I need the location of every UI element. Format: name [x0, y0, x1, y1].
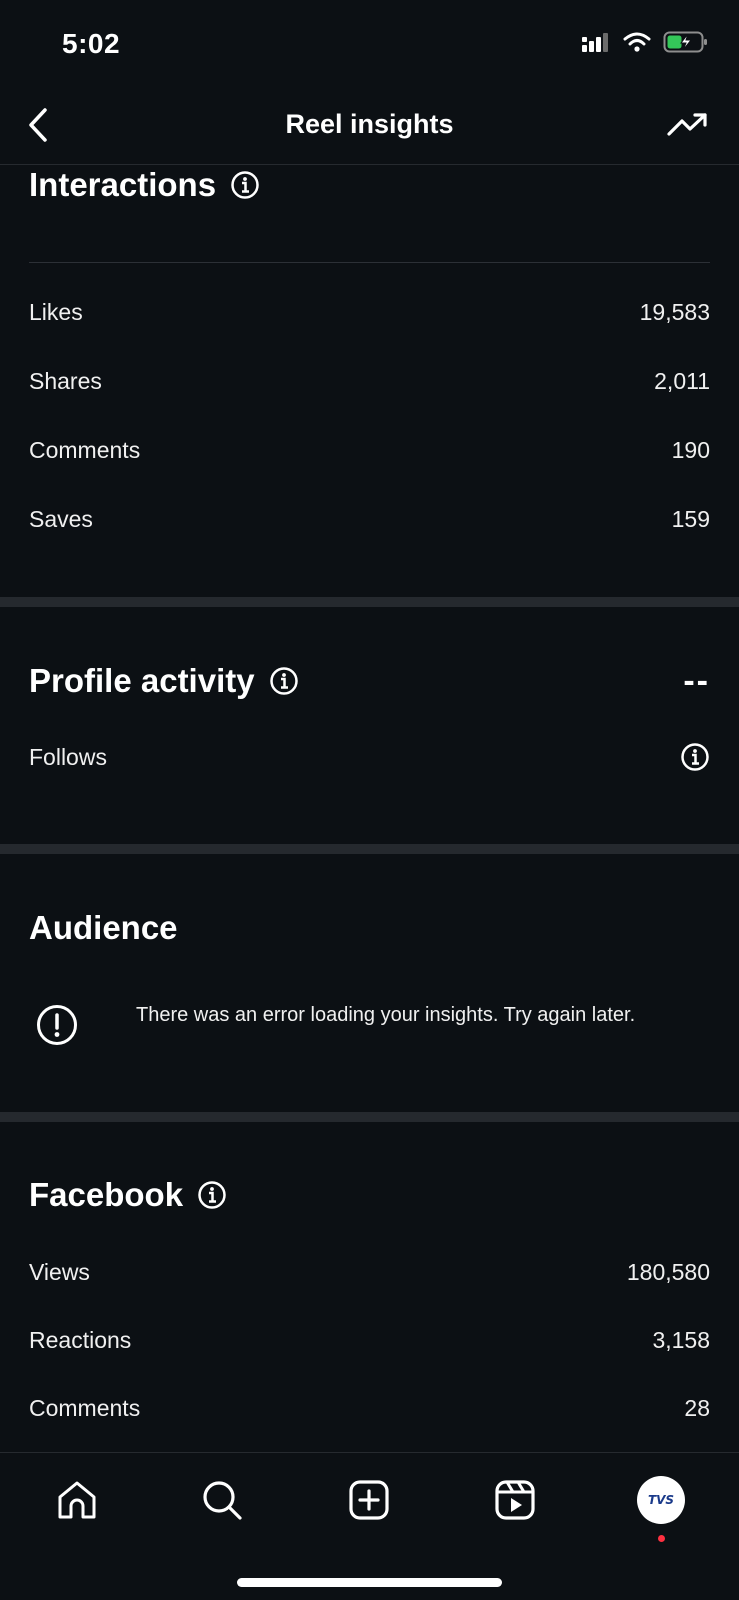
section-separator	[0, 597, 739, 607]
trend-button[interactable]	[665, 105, 711, 145]
divider	[29, 262, 710, 263]
info-icon[interactable]	[680, 742, 710, 772]
facebook-header: Facebook	[29, 1176, 227, 1214]
tab-home[interactable]	[52, 1475, 102, 1525]
error-message: There was an error loading your insights…	[136, 1004, 636, 1026]
header: Reel insights	[0, 95, 739, 165]
stat-label: Saves	[29, 505, 93, 532]
stat-row-follows: Follows	[29, 737, 710, 777]
profile-activity-title: Profile activity	[29, 662, 255, 699]
trending-up-icon	[667, 113, 707, 136]
stat-row-saves: Saves 159	[29, 499, 710, 539]
audience-header: Audience	[29, 909, 178, 947]
audience-error: There was an error loading your insights…	[36, 1002, 679, 1046]
stat-value: 28	[684, 1394, 710, 1421]
profile-activity-value: --	[683, 662, 710, 700]
tab-profile[interactable]: TVS	[636, 1475, 686, 1525]
alert-icon	[37, 1005, 77, 1045]
profile-activity-header: Profile activity	[29, 662, 299, 700]
info-icon[interactable]	[197, 1180, 227, 1210]
stat-value: 2,011	[654, 367, 710, 394]
interactions-header: Interactions	[29, 166, 260, 204]
stat-value: 180,580	[626, 1258, 710, 1285]
facebook-title: Facebook	[29, 1176, 184, 1213]
interactions-title: Interactions	[29, 166, 217, 203]
stat-label: Views	[29, 1258, 90, 1285]
info-icon[interactable]	[269, 666, 299, 696]
stat-row-comments: Comments 190	[29, 430, 710, 470]
status-time: 5:02	[62, 28, 121, 59]
stat-value: 3,158	[652, 1326, 710, 1353]
stat-label: Comments	[29, 436, 141, 463]
status-icons	[581, 30, 709, 54]
stat-row-views: Views 180,580	[29, 1252, 710, 1292]
section-separator	[0, 1112, 739, 1122]
stat-label: Likes	[29, 298, 83, 325]
insights-content[interactable]: Interactions Likes 19,583 Shares 2,011 C…	[0, 166, 739, 1452]
stat-value: 190	[671, 436, 710, 463]
create-icon	[349, 1480, 389, 1520]
stat-label: Shares	[29, 367, 102, 394]
stat-row-fb-comments: Comments 28	[29, 1388, 710, 1428]
profile-avatar: TVS	[637, 1476, 685, 1524]
reels-icon	[495, 1480, 535, 1520]
audience-title: Audience	[29, 909, 178, 946]
info-icon[interactable]	[230, 170, 260, 200]
notification-dot	[658, 1535, 665, 1542]
stat-value: 19,583	[639, 298, 710, 325]
stat-label: Comments	[29, 1394, 141, 1421]
tab-create[interactable]	[344, 1475, 394, 1525]
stat-row-shares: Shares 2,011	[29, 361, 710, 401]
screen: 5:02 Reel insights Interactions Likes 19…	[0, 0, 739, 1600]
stat-value: 159	[671, 505, 710, 532]
home-icon	[58, 1481, 96, 1519]
tab-reels[interactable]	[490, 1475, 540, 1525]
avatar-logo-text: TVS	[647, 1493, 675, 1507]
stat-label: Reactions	[29, 1326, 132, 1353]
status-bar: 5:02	[0, 0, 739, 95]
page-title: Reel insights	[285, 109, 454, 139]
stat-label: Follows	[29, 743, 107, 770]
stat-row-reactions: Reactions 3,158	[29, 1320, 710, 1360]
wifi-icon	[623, 32, 651, 52]
search-icon	[203, 1481, 242, 1520]
cellular-signal-icon	[582, 33, 608, 52]
section-separator	[0, 844, 739, 854]
home-indicator	[237, 1578, 502, 1587]
tab-search[interactable]	[197, 1475, 247, 1525]
stat-row-likes: Likes 19,583	[29, 292, 710, 332]
battery-charging-icon	[663, 31, 707, 53]
